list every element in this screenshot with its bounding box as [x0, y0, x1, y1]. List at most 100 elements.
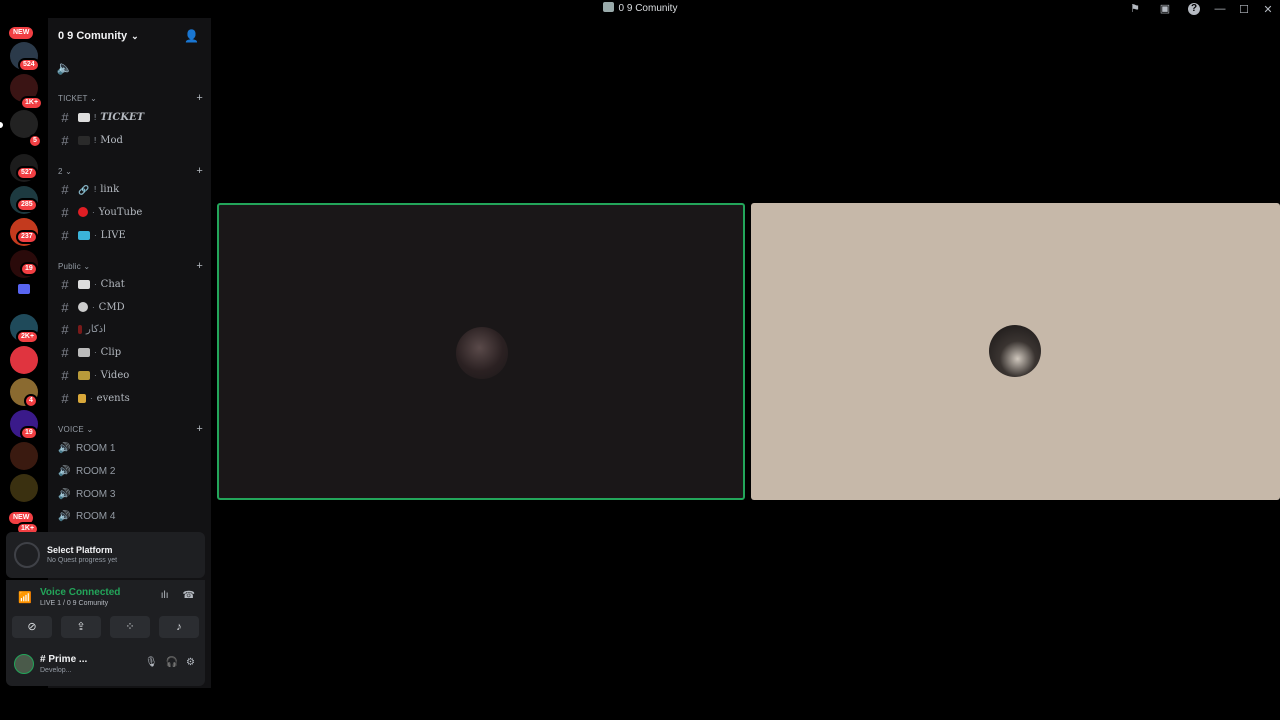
voice-channel[interactable]: 🔊 ROOM 4	[58, 506, 198, 526]
voice-location[interactable]: LIVE 1 / 0 9 Comunity	[40, 600, 108, 607]
window-title: 0 9 Comunity	[0, 2, 1280, 14]
category-public[interactable]: Public ⌄ +	[58, 259, 203, 273]
link-icon: 🔗	[78, 184, 90, 195]
disconnect-icon[interactable]: ☎	[183, 590, 195, 601]
avatar[interactable]	[14, 654, 34, 674]
channel-cmd[interactable]: # · CMD	[56, 297, 206, 317]
soundboard-button[interactable]: ♪	[159, 616, 199, 638]
voice-channel[interactable]: 🔊 ROOM 1	[58, 438, 198, 458]
add-channel-icon[interactable]: +	[196, 260, 203, 272]
camera-off-button[interactable]: ⊘	[12, 616, 52, 638]
category-ticket[interactable]: TICKET ⌄ +	[58, 91, 203, 105]
party-icon	[78, 393, 86, 403]
chevron-down-icon: ⌄	[131, 30, 139, 41]
channel-youtube[interactable]: # · YouTube	[56, 202, 206, 222]
title-bar: 0 9 Comunity ⚑ ▣ ? — ☐ ✕	[0, 0, 1280, 18]
add-channel-icon[interactable]: +	[196, 165, 203, 177]
server-icon[interactable]	[10, 474, 38, 502]
flag-icon[interactable]: ⚑	[1128, 2, 1142, 16]
server-badge: 285	[16, 198, 38, 212]
add-channel-icon[interactable]: +	[196, 423, 203, 435]
participant-tile-speaking[interactable]	[217, 203, 745, 500]
quest-progress-ring	[14, 542, 40, 568]
category-voice[interactable]: VOICE ⌄ +	[58, 422, 203, 436]
speaker-icon: 🔊	[58, 442, 71, 454]
invite-people-icon[interactable]: 👤	[184, 29, 199, 43]
hash-icon: #	[61, 390, 69, 406]
participant-tile[interactable]	[751, 203, 1280, 500]
server-badge: 5	[28, 134, 42, 148]
hash-icon: #	[61, 132, 69, 148]
clapper-icon	[78, 347, 90, 357]
quest-title: Select Platform	[47, 545, 113, 555]
hash-icon: #	[61, 276, 69, 292]
channel-ticket[interactable]: #! TICKET	[56, 107, 206, 127]
server-badge: 4	[24, 394, 38, 408]
hash-icon: #	[61, 367, 69, 383]
channel-chat[interactable]: # · Chat	[56, 274, 206, 294]
server-icon[interactable]	[10, 346, 38, 374]
voice-channel[interactable]: 🔊 ROOM 3	[58, 484, 198, 504]
unread-pill	[0, 122, 3, 128]
live-icon	[78, 230, 90, 240]
youtube-icon	[78, 207, 88, 217]
hash-icon: #	[61, 321, 69, 337]
hash-icon: #	[61, 227, 69, 243]
user-panel: # Prime ... Develop... 🎙 🎧 ⚙	[10, 646, 201, 682]
speaker-icon: 🔈	[56, 60, 74, 75]
voice-channel[interactable]: 🔊 ROOM 2	[58, 461, 198, 481]
quest-subtitle: No Quest progress yet	[47, 557, 118, 564]
speaker-icon: 🔊	[58, 488, 71, 500]
hash-icon: #	[61, 344, 69, 360]
speaker-icon: 🔊	[58, 510, 71, 522]
folder-icon[interactable]	[18, 284, 30, 294]
gear-icon[interactable]: ⚙	[186, 657, 195, 668]
participant-avatar	[989, 325, 1041, 377]
server-icon	[602, 2, 614, 12]
inbox-icon[interactable]: ▣	[1158, 2, 1172, 16]
hash-icon: #	[61, 299, 69, 315]
voice-panel: 📶 Voice Connected LIVE 1 / 0 9 Comunity …	[6, 580, 205, 686]
user-status: Develop...	[40, 667, 72, 674]
close-button[interactable]: ✕	[1256, 3, 1280, 16]
microphone-icon[interactable]: 🎙	[145, 657, 158, 668]
minimize-button[interactable]: —	[1208, 3, 1232, 15]
headphones-icon[interactable]: 🎧	[166, 657, 178, 668]
channel-video[interactable]: # · Video	[56, 365, 206, 385]
category-2[interactable]: 2 ⌄ +	[58, 164, 203, 178]
server-header[interactable]: 0 9 Comunity ⌄ 👤	[48, 18, 211, 54]
speaker-icon: 🔊	[58, 465, 71, 477]
channel-adhkar[interactable]: # اذكار	[56, 319, 206, 339]
new-badge: NEW	[9, 27, 34, 39]
channel-clip[interactable]: # · Clip	[56, 342, 206, 362]
channel-events[interactable]: # · events	[56, 388, 206, 408]
channel-mod[interactable]: #! Mod	[56, 130, 206, 150]
participant-avatar	[456, 327, 508, 379]
server-badge: 527	[16, 166, 38, 180]
server-badge: 19	[20, 426, 38, 440]
server-icon[interactable]	[10, 442, 38, 470]
envelope-icon	[78, 112, 90, 122]
hash-icon: #	[61, 204, 69, 220]
signal-icon[interactable]: 📶	[18, 591, 32, 604]
shield-icon	[78, 302, 88, 312]
server-badge: 524	[18, 58, 40, 72]
screen-share-button[interactable]: ⇪	[61, 616, 101, 638]
hash-icon: #	[61, 109, 69, 125]
server-badge: 2K+	[16, 330, 40, 344]
server-badge: 237	[16, 230, 38, 244]
quest-panel[interactable]: Select Platform No Quest progress yet	[6, 532, 205, 578]
help-icon[interactable]: ?	[1188, 3, 1200, 15]
channel-link[interactable]: # 🔗! link	[56, 179, 206, 199]
heart-icon	[78, 135, 90, 145]
activities-button[interactable]: ⁘	[110, 616, 150, 638]
channel-live[interactable]: # · LIVE	[56, 225, 206, 245]
voice-status[interactable]: Voice Connected	[40, 587, 120, 598]
chat-bubble-icon	[78, 279, 90, 289]
voice-quick-item[interactable]: 🔈	[56, 58, 206, 78]
noise-suppression-icon[interactable]: ılı	[161, 590, 169, 601]
add-channel-icon[interactable]: +	[196, 92, 203, 104]
hash-icon: #	[61, 181, 69, 197]
maximize-button[interactable]: ☐	[1232, 3, 1256, 16]
username[interactable]: # Prime ...	[40, 654, 87, 665]
